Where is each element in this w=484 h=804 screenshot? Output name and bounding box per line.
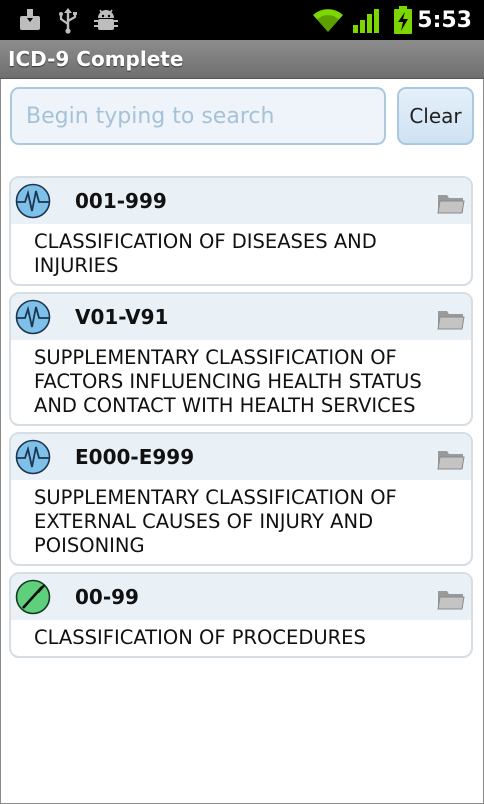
pulse-icon [15, 183, 51, 219]
list-item-001-999[interactable]: 001-999 CLASSIFICATION OF DISEASES AND I… [9, 176, 473, 286]
scalpel-icon [15, 579, 51, 615]
battery-charging-icon [394, 6, 412, 34]
wifi-icon [313, 9, 343, 33]
list-item-header: 00-99 [11, 574, 471, 620]
item-code: 00-99 [75, 585, 139, 609]
pulse-icon [15, 299, 51, 335]
list-item-e000-e999[interactable]: E000-E999 SUPPLEMENTARY CLASSIFICATION O… [9, 432, 473, 566]
item-description: CLASSIFICATION OF DISEASES AND INJURIES [34, 230, 377, 277]
list-item-header: V01-V91 [11, 294, 471, 340]
android-debug-icon [94, 9, 118, 30]
folder-icon[interactable] [437, 192, 465, 214]
title-bar: ICD-9 Complete [0, 40, 484, 79]
folder-icon[interactable] [437, 448, 465, 470]
item-code: V01-V91 [75, 305, 169, 329]
app-title: ICD-9 Complete [8, 47, 184, 71]
status-bar: 5:53 [0, 0, 484, 40]
list-item-v01-v91[interactable]: V01-V91 SUPPLEMENTARY CLASSIFICATION OF … [9, 292, 473, 426]
clear-button[interactable]: Clear [397, 87, 474, 145]
search-input[interactable] [10, 87, 386, 145]
usb-icon [59, 8, 77, 34]
folder-icon[interactable] [437, 588, 465, 610]
item-code: 001-999 [75, 189, 167, 213]
pulse-icon [15, 439, 51, 475]
list-item-00-99[interactable]: 00-99 CLASSIFICATION OF PROCEDURES [9, 572, 473, 658]
signal-icon [353, 9, 379, 33]
item-description: SUPPLEMENTARY CLASSIFICATION OF EXTERNAL… [34, 486, 397, 557]
folder-icon[interactable] [437, 308, 465, 330]
item-description: CLASSIFICATION OF PROCEDURES [34, 626, 366, 649]
download-icon [20, 9, 40, 30]
item-description: SUPPLEMENTARY CLASSIFICATION OF FACTORS … [34, 346, 422, 417]
list-item-header: 001-999 [11, 178, 471, 224]
list-item-header: E000-E999 [11, 434, 471, 480]
clock: 5:53 [417, 8, 472, 33]
item-code: E000-E999 [75, 445, 195, 469]
